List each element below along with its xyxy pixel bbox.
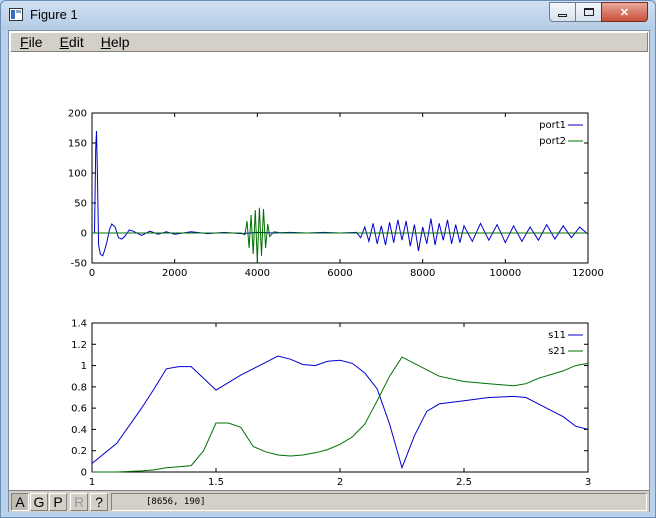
plot1-xtick-label: 10000 (489, 268, 521, 279)
plot2-xtick-label: 1 (89, 477, 95, 488)
menu-help[interactable]: Help (101, 34, 130, 50)
menu-help-hotkey: H (100, 34, 111, 50)
pan-button[interactable]: P (49, 493, 67, 511)
maximize-icon (583, 8, 594, 16)
plot1-ytick-label: 100 (68, 169, 87, 180)
close-icon: ✕ (619, 6, 630, 19)
plot1-ytick-label: 200 (68, 109, 87, 120)
menu-file[interactable]: File (20, 34, 43, 50)
menu-bar: File Edit Help (10, 32, 648, 52)
plot1-xtick-label: 6000 (327, 268, 352, 279)
plot1-xtick-label: 8000 (410, 268, 435, 279)
plot2-xtick-label: 1.5 (208, 477, 224, 488)
plot2-ytick-label: 1.2 (71, 340, 87, 351)
plot1-ytick-label: -50 (71, 259, 87, 270)
menu-file-label: ile (28, 34, 43, 50)
client-area: File Edit Help 0 2000 4000 6000 8000 10000 120… (8, 30, 650, 512)
figure-svg[interactable]: 0 2000 4000 6000 8000 10000 12000-500501001502… (9, 53, 649, 489)
menu-help-label: elp (110, 34, 130, 50)
title-bar[interactable]: Figure 1 ✕ (1, 1, 655, 29)
figure-toolbar: A G P R ? [8656, 190] (9, 490, 649, 512)
plot2-axes-frame (91, 322, 589, 473)
plot1-xtick-label: 2000 (162, 268, 187, 279)
minimize-icon (558, 13, 567, 17)
maximize-button[interactable] (575, 2, 602, 22)
plot2-xtick-label: 2 (337, 477, 343, 488)
plot-canvas[interactable]: 0 2000 4000 6000 8000 10000 12000 -50 0 50 100 150 2… (9, 53, 649, 489)
grid-button[interactable]: G (30, 493, 48, 511)
plot1-xtick-label: 0 (89, 268, 95, 279)
menu-edit[interactable]: Edit (60, 34, 84, 50)
plot1-xtick-label: 12000 (572, 268, 604, 279)
plot1-ytick-label: 0 (81, 229, 87, 240)
plot1-xtick-label: 4000 (245, 268, 270, 279)
plot1-ytick-label: 50 (74, 199, 87, 210)
figure-app-icon (9, 8, 23, 21)
minimize-button[interactable] (549, 2, 576, 22)
menu-edit-hotkey: E (59, 34, 69, 50)
menu-edit-label: dit (68, 34, 84, 50)
plot2-ytick-label: 0.8 (71, 382, 87, 393)
figure-window: Figure 1 ✕ File Edit Help 0 2000 4000 6000 8… (0, 0, 656, 518)
plot2-legend-label-s21: s21 (548, 346, 566, 357)
autoscale-button[interactable]: A (11, 493, 29, 511)
plot2-legend-label-s11: s11 (548, 330, 566, 341)
plot2-ytick-label: 0.4 (71, 425, 87, 436)
plot2-ytick-label: 0 (81, 468, 87, 479)
plot1-legend-label-port2: port2 (539, 136, 566, 147)
close-button[interactable]: ✕ (601, 2, 648, 22)
plot2-xtick-label: 3 (585, 477, 591, 488)
plot2-ytick-label: 0.6 (71, 404, 87, 415)
plot1-axes-frame (91, 112, 589, 264)
plot2-ytick-label: 0.2 (71, 446, 87, 457)
rotate-button: R (70, 493, 88, 511)
plot2-xtick-label: 2.5 (456, 477, 472, 488)
coordinate-readout: [8656, 190] (111, 493, 647, 511)
plot2-ytick-label: 1 (81, 361, 87, 372)
plot1-legend-label-port1: port1 (539, 120, 566, 131)
window-title: Figure 1 (30, 7, 78, 22)
plot2-ytick-label: 1.4 (71, 319, 87, 330)
menu-file-hotkey: F (20, 34, 29, 50)
plot1-ytick-label: 150 (68, 139, 87, 150)
help-button[interactable]: ? (90, 493, 108, 511)
